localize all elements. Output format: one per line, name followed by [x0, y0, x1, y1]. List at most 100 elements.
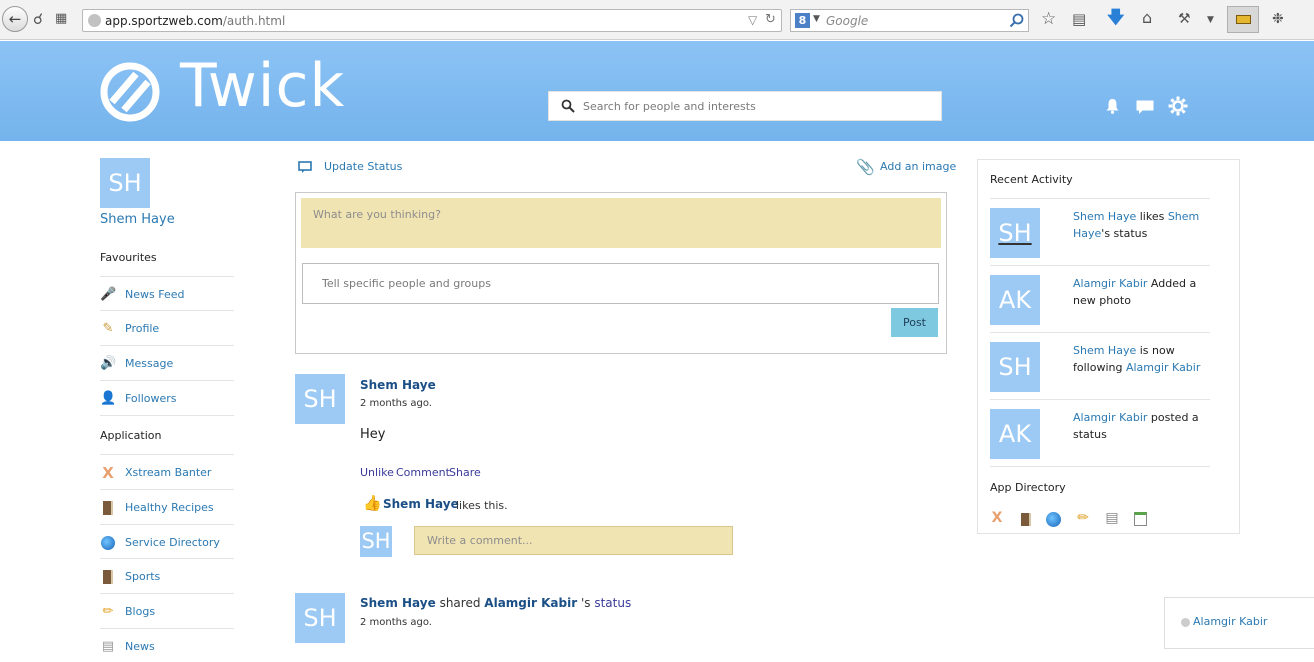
x-icon[interactable]: X [988, 510, 1006, 526]
sidebar-item-label: Profile [125, 322, 160, 335]
sidebar-item-profile[interactable]: ✎ Profile [100, 310, 234, 344]
sidebar-item-label: Service Directory [125, 536, 220, 549]
bug-icon[interactable]: ❉ [1272, 9, 1284, 29]
browser-search-placeholder: Google [826, 14, 869, 28]
avatar[interactable]: SH [990, 342, 1040, 392]
add-image-link[interactable]: Add an image [880, 160, 956, 173]
reload-icon[interactable]: ↻ [765, 12, 776, 27]
comment-icon [298, 161, 312, 173]
likes-text: likes this. [456, 499, 508, 512]
sidebar-item-service-directory[interactable]: Service Directory [100, 524, 234, 558]
book-icon [100, 570, 116, 584]
back-button[interactable]: ← [2, 6, 28, 32]
activity-user-link[interactable]: Shem Haye [1073, 210, 1136, 223]
logo-text[interactable]: Twick [180, 51, 345, 121]
chat-contact[interactable]: Alamgir Kabir [1193, 615, 1267, 628]
activity-text: likes [1136, 210, 1168, 223]
share-link[interactable]: Share [449, 466, 481, 479]
pencil-icon[interactable]: ✏ [1074, 510, 1092, 526]
offline-status-icon [1181, 618, 1190, 627]
favourites-heading: Favourites [100, 251, 157, 264]
people-search-input[interactable] [583, 98, 933, 114]
avatar[interactable]: SH [295, 374, 345, 424]
comment-avatar: SH [360, 526, 392, 557]
post-author[interactable]: Shem Haye [360, 378, 436, 392]
sidebar-item-label: News [125, 640, 155, 653]
post-time: 2 months ago. [360, 617, 432, 628]
shared-text: shared [439, 596, 481, 610]
megaphone-icon: 🔊 [100, 356, 117, 371]
sidebar-item-blogs[interactable]: ✏ Blogs [100, 593, 234, 627]
comment-link[interactable]: Comment [396, 466, 450, 479]
update-status-tab[interactable]: Update Status [324, 160, 402, 173]
avatar-initials: SH [998, 219, 1032, 247]
chat-widget[interactable]: Alamgir Kabir [1164, 597, 1314, 649]
paperclip-icon: 📎 [856, 158, 875, 176]
people-search[interactable] [548, 91, 942, 121]
thumbs-up-icon: 👍 [363, 494, 382, 512]
site-header: Twick [0, 41, 1314, 141]
unlike-link[interactable]: Unlike [360, 466, 394, 479]
comment-input[interactable] [414, 526, 733, 555]
sidebar-item-label: Followers [125, 392, 177, 405]
sidebar-item-label: Sports [125, 570, 161, 583]
search-icon[interactable] [1009, 13, 1024, 28]
microphone-icon: 🎤 [100, 287, 117, 302]
logo-icon[interactable] [99, 61, 161, 123]
post-body: Hey [360, 427, 386, 442]
sidebar-item-xstream-banter[interactable]: X Xstream Banter [100, 454, 234, 488]
profile-name[interactable]: Shem Haye [100, 212, 175, 227]
browser-search-box[interactable]: 8 ▼ Google [790, 9, 1029, 32]
avatar[interactable]: SH [295, 593, 345, 643]
avatar[interactable]: SH [100, 158, 150, 208]
star-icon[interactable]: ☆ [1041, 9, 1056, 29]
newspaper-icon[interactable]: ▤ [1103, 510, 1121, 526]
browser-toolbar: ← ☌ ▦ app.sportzweb.com/auth.html ▽ ↻ 8 … [0, 0, 1314, 40]
chat-icon[interactable] [1136, 100, 1154, 115]
activity-item: SH Shem Haye is now following Alamgir Ka… [990, 332, 1210, 399]
dropdown-icon[interactable]: ▽ [748, 13, 757, 27]
clipboard-icon[interactable]: ▤ [1072, 9, 1086, 29]
sidebar-item-message[interactable]: 🔊 Message [100, 345, 234, 379]
application-heading: Application [100, 429, 162, 442]
page-icon: ▦ [55, 11, 68, 26]
bell-icon[interactable] [1106, 98, 1119, 114]
shared-target[interactable]: Alamgir Kabir [484, 596, 577, 610]
x-icon: X [102, 464, 114, 482]
possessive-text: 's [580, 596, 591, 610]
google-icon: 8 [795, 13, 810, 28]
url-path: /auth.html [222, 14, 286, 28]
settings-icon[interactable] [1168, 96, 1188, 116]
sidebar-item-news-feed[interactable]: 🎤 News Feed [100, 276, 234, 310]
sidebar-item-sports[interactable]: Sports [100, 558, 234, 592]
sidebar-item-followers[interactable]: 👤 Followers [100, 380, 234, 414]
activity-user-link[interactable]: Shem Haye [1073, 344, 1136, 357]
avatar[interactable]: SH [990, 208, 1040, 258]
tools-icon[interactable]: ⚒ [1178, 9, 1191, 29]
tag-people-input[interactable] [302, 263, 939, 304]
divider [990, 466, 1210, 467]
addon-icon[interactable] [1227, 6, 1259, 33]
book-icon [100, 501, 116, 515]
search-engine-dropdown-icon[interactable]: ▼ [813, 14, 820, 24]
status-textarea[interactable] [301, 198, 941, 248]
activity-user-link[interactable]: Alamgir Kabir [1073, 277, 1147, 290]
status-link[interactable]: status [594, 596, 631, 610]
address-bar[interactable]: app.sportzweb.com/auth.html ▽ ↻ [82, 9, 782, 32]
download-icon[interactable]: 🡇 [1107, 8, 1124, 28]
key-icon: ☌ [33, 10, 44, 28]
url-domain: app.sportzweb.com [105, 14, 223, 28]
post-button[interactable]: Post [891, 308, 938, 337]
activity-user-link[interactable]: Alamgir Kabir [1073, 411, 1147, 424]
activity-text: 's status [1101, 227, 1148, 240]
avatar[interactable]: AK [990, 409, 1040, 459]
post-time: 2 months ago. [360, 398, 432, 409]
post-author[interactable]: Shem Haye [360, 596, 436, 610]
activity-user-link[interactable]: Alamgir Kabir [1126, 361, 1200, 374]
menu-dropdown-icon[interactable]: ▼ [1207, 10, 1214, 30]
sidebar-item-news[interactable]: ▤ News [100, 628, 234, 662]
liker-name[interactable]: Shem Haye [383, 497, 459, 511]
home-icon[interactable]: ⌂ [1142, 8, 1152, 28]
avatar[interactable]: AK [990, 275, 1040, 325]
sidebar-item-healthy-recipes[interactable]: Healthy Recipes [100, 489, 234, 523]
